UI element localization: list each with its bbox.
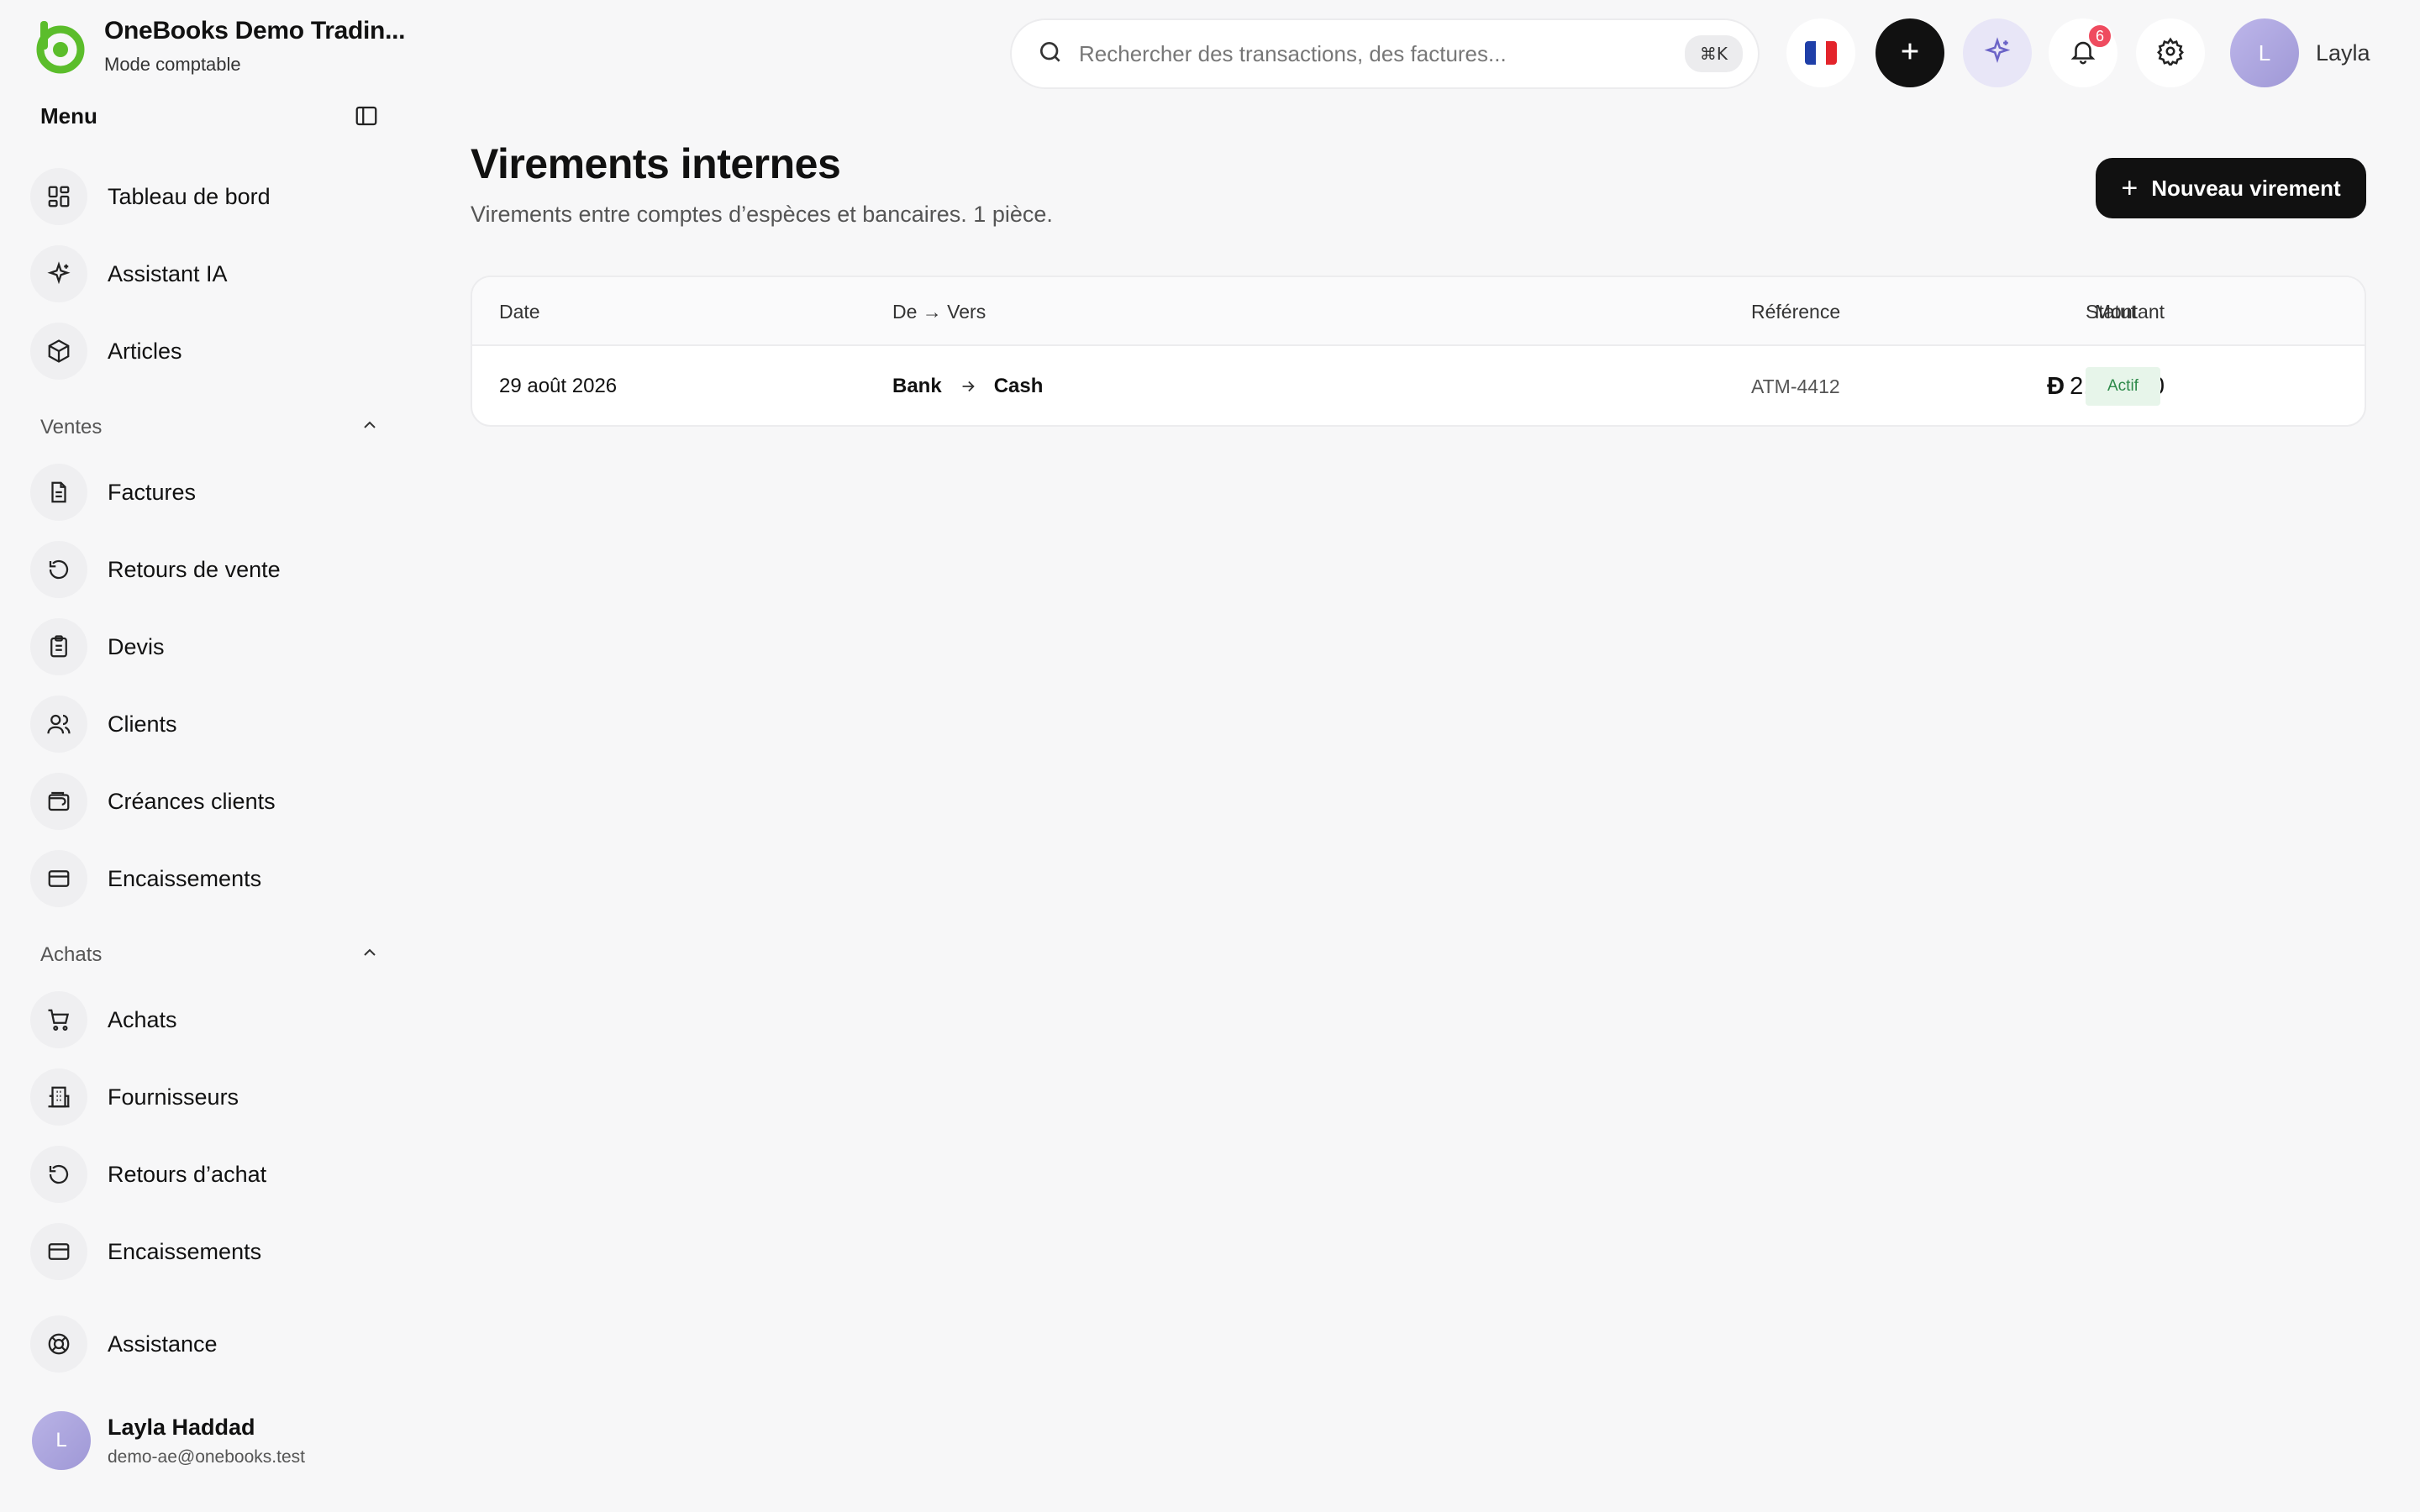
shortcut-hint: ⌘K [1684, 35, 1743, 72]
new-transfer-button[interactable]: + Nouveau virement [2096, 158, 2366, 218]
users-icon [30, 696, 87, 753]
company-name: OneBooks Demo Tradin... [104, 17, 406, 45]
column-header-route[interactable]: De → Vers [892, 277, 986, 346]
row-reference: ATM-4412 [1751, 375, 1840, 397]
france-flag-icon [1805, 41, 1837, 65]
currency-symbol: Đ [2047, 372, 2065, 400]
avatar: L [2230, 18, 2299, 87]
row-status: Actif [2086, 346, 2160, 425]
sidebar-item-label: Retours de vente [108, 556, 281, 582]
lifebuoy-icon [30, 1315, 87, 1373]
sidebar-item-achats[interactable]: Achats [30, 988, 383, 1052]
route-to: Cash [993, 375, 1044, 397]
user-email: demo-ae@onebooks.test [108, 1446, 305, 1467]
sidebar-item-label: Achats [108, 1006, 177, 1032]
row-route: Bank Cash [892, 346, 1044, 425]
sidebar-item-label: Retours d’achat [108, 1161, 267, 1187]
section-title: Achats [40, 942, 103, 966]
row-date: 29 août 2026 [499, 375, 618, 397]
sidebar-item-fournisseurs[interactable]: Fournisseurs [30, 1065, 383, 1129]
sidebar-item-articles[interactable]: Articles [30, 319, 383, 383]
sidebar-item-factures[interactable]: Factures [30, 460, 383, 524]
sidebar-item-label: Devis [108, 633, 165, 659]
sidebar-item-label: Tableau de bord [108, 183, 271, 209]
section-ventes-header[interactable]: Ventes [40, 415, 380, 439]
search-input[interactable] [1079, 40, 1685, 67]
sidebar-item-encaissements-achats[interactable]: Encaissements [30, 1220, 383, 1284]
sidebar-item-label: Assistant IA [108, 260, 228, 286]
brand[interactable]: OneBooks Demo Tradin... Mode comptable [32, 17, 405, 76]
column-header-date[interactable]: Date [499, 277, 540, 346]
notification-count-badge: 6 [2087, 24, 2112, 49]
ai-assistant-button[interactable] [1963, 18, 2032, 87]
menu-title: Menu [40, 102, 97, 129]
sidebar-item-label: Assistance [108, 1331, 218, 1357]
gear-icon [2156, 37, 2185, 70]
sidebar-item-clients[interactable]: Clients [30, 692, 383, 756]
search-icon [1037, 39, 1064, 70]
user-menu[interactable]: L Layla [2230, 18, 2370, 87]
sidebar-item-dashboard[interactable]: Tableau de bord [30, 165, 383, 228]
return-icon [30, 541, 87, 598]
sidebar-item-label: Encaissements [108, 1238, 262, 1264]
clipboard-icon [30, 618, 87, 675]
onebooks-logo [36, 21, 85, 74]
column-header-status[interactable]: Statut [2086, 277, 2136, 346]
route-from: Bank [892, 375, 942, 397]
sidebar-item-creances[interactable]: Créances clients [30, 769, 383, 833]
sidebar-item-label: Encaissements [108, 865, 262, 891]
sidebar-item-retours-vente[interactable]: Retours de vente [30, 538, 383, 601]
arrow-right-icon [959, 377, 977, 396]
chevron-up-icon [360, 942, 380, 967]
return-icon [30, 1146, 87, 1203]
sidebar-user-card[interactable]: L Layla Haddad demo-ae@onebooks.test [32, 1411, 305, 1470]
page-title: Virements internes [471, 140, 841, 187]
settings-button[interactable] [2136, 18, 2205, 87]
section-title: Ventes [40, 415, 103, 438]
sidebar-item-label: Articles [108, 338, 182, 364]
sparkles-icon [1983, 36, 2012, 70]
sidebar-item-devis[interactable]: Devis [30, 615, 383, 679]
sidebar-item-label: Fournisseurs [108, 1084, 239, 1110]
sidebar-item-label: Créances clients [108, 788, 276, 814]
document-icon [30, 464, 87, 521]
table-header: Date De → Vers Montant Référence Statut [472, 277, 2365, 346]
sidebar-item-label: Clients [108, 711, 177, 737]
search-bar[interactable]: ⌘K [1010, 18, 1760, 89]
sidebar-item-encaissements-ventes[interactable]: Encaissements [30, 847, 383, 911]
wallet-icon [30, 773, 87, 830]
mode-label: Mode comptable [104, 54, 241, 75]
sidebar: OneBooks Demo Tradin... Mode comptable M… [0, 0, 417, 1512]
transfers-table: Date De → Vers Montant Référence Statut … [471, 276, 2366, 427]
sidebar-item-retours-achat[interactable]: Retours d’achat [30, 1142, 383, 1206]
sidebar-item-assistance[interactable]: Assistance [30, 1312, 383, 1376]
credit-card-icon [30, 1223, 87, 1280]
notifications-button[interactable]: 6 [2049, 18, 2118, 87]
sidebar-item-label: Factures [108, 479, 197, 505]
package-icon [30, 323, 87, 380]
new-transfer-label: Nouveau virement [2151, 175, 2341, 201]
column-header-reference[interactable]: Référence [1751, 277, 1840, 346]
chevron-up-icon [360, 415, 380, 439]
language-button[interactable] [1786, 18, 1855, 87]
plus-icon [1897, 38, 1923, 69]
sparkles-icon [30, 245, 87, 302]
plus-icon: + [2121, 172, 2139, 204]
page-subtitle: Virements entre comptes d’espèces et ban… [471, 202, 1053, 227]
table-row[interactable]: 29 août 2026 Bank Cash Đ 2,000.00 ATM-44… [472, 346, 2365, 425]
menu-header: Menu [40, 102, 380, 129]
building-icon [30, 1068, 87, 1126]
avatar: L [32, 1411, 91, 1470]
user-name: Layla [2316, 39, 2370, 66]
sidebar-toggle-icon[interactable] [353, 102, 380, 129]
dashboard-icon [30, 168, 87, 225]
status-badge: Actif [2086, 367, 2160, 406]
sidebar-item-ai-assistant[interactable]: Assistant IA [30, 242, 383, 306]
quick-add-button[interactable] [1876, 18, 1944, 87]
credit-card-icon [30, 850, 87, 907]
section-achats-header[interactable]: Achats [40, 942, 380, 967]
user-name: Layla Haddad [108, 1414, 255, 1440]
cart-icon [30, 991, 87, 1048]
